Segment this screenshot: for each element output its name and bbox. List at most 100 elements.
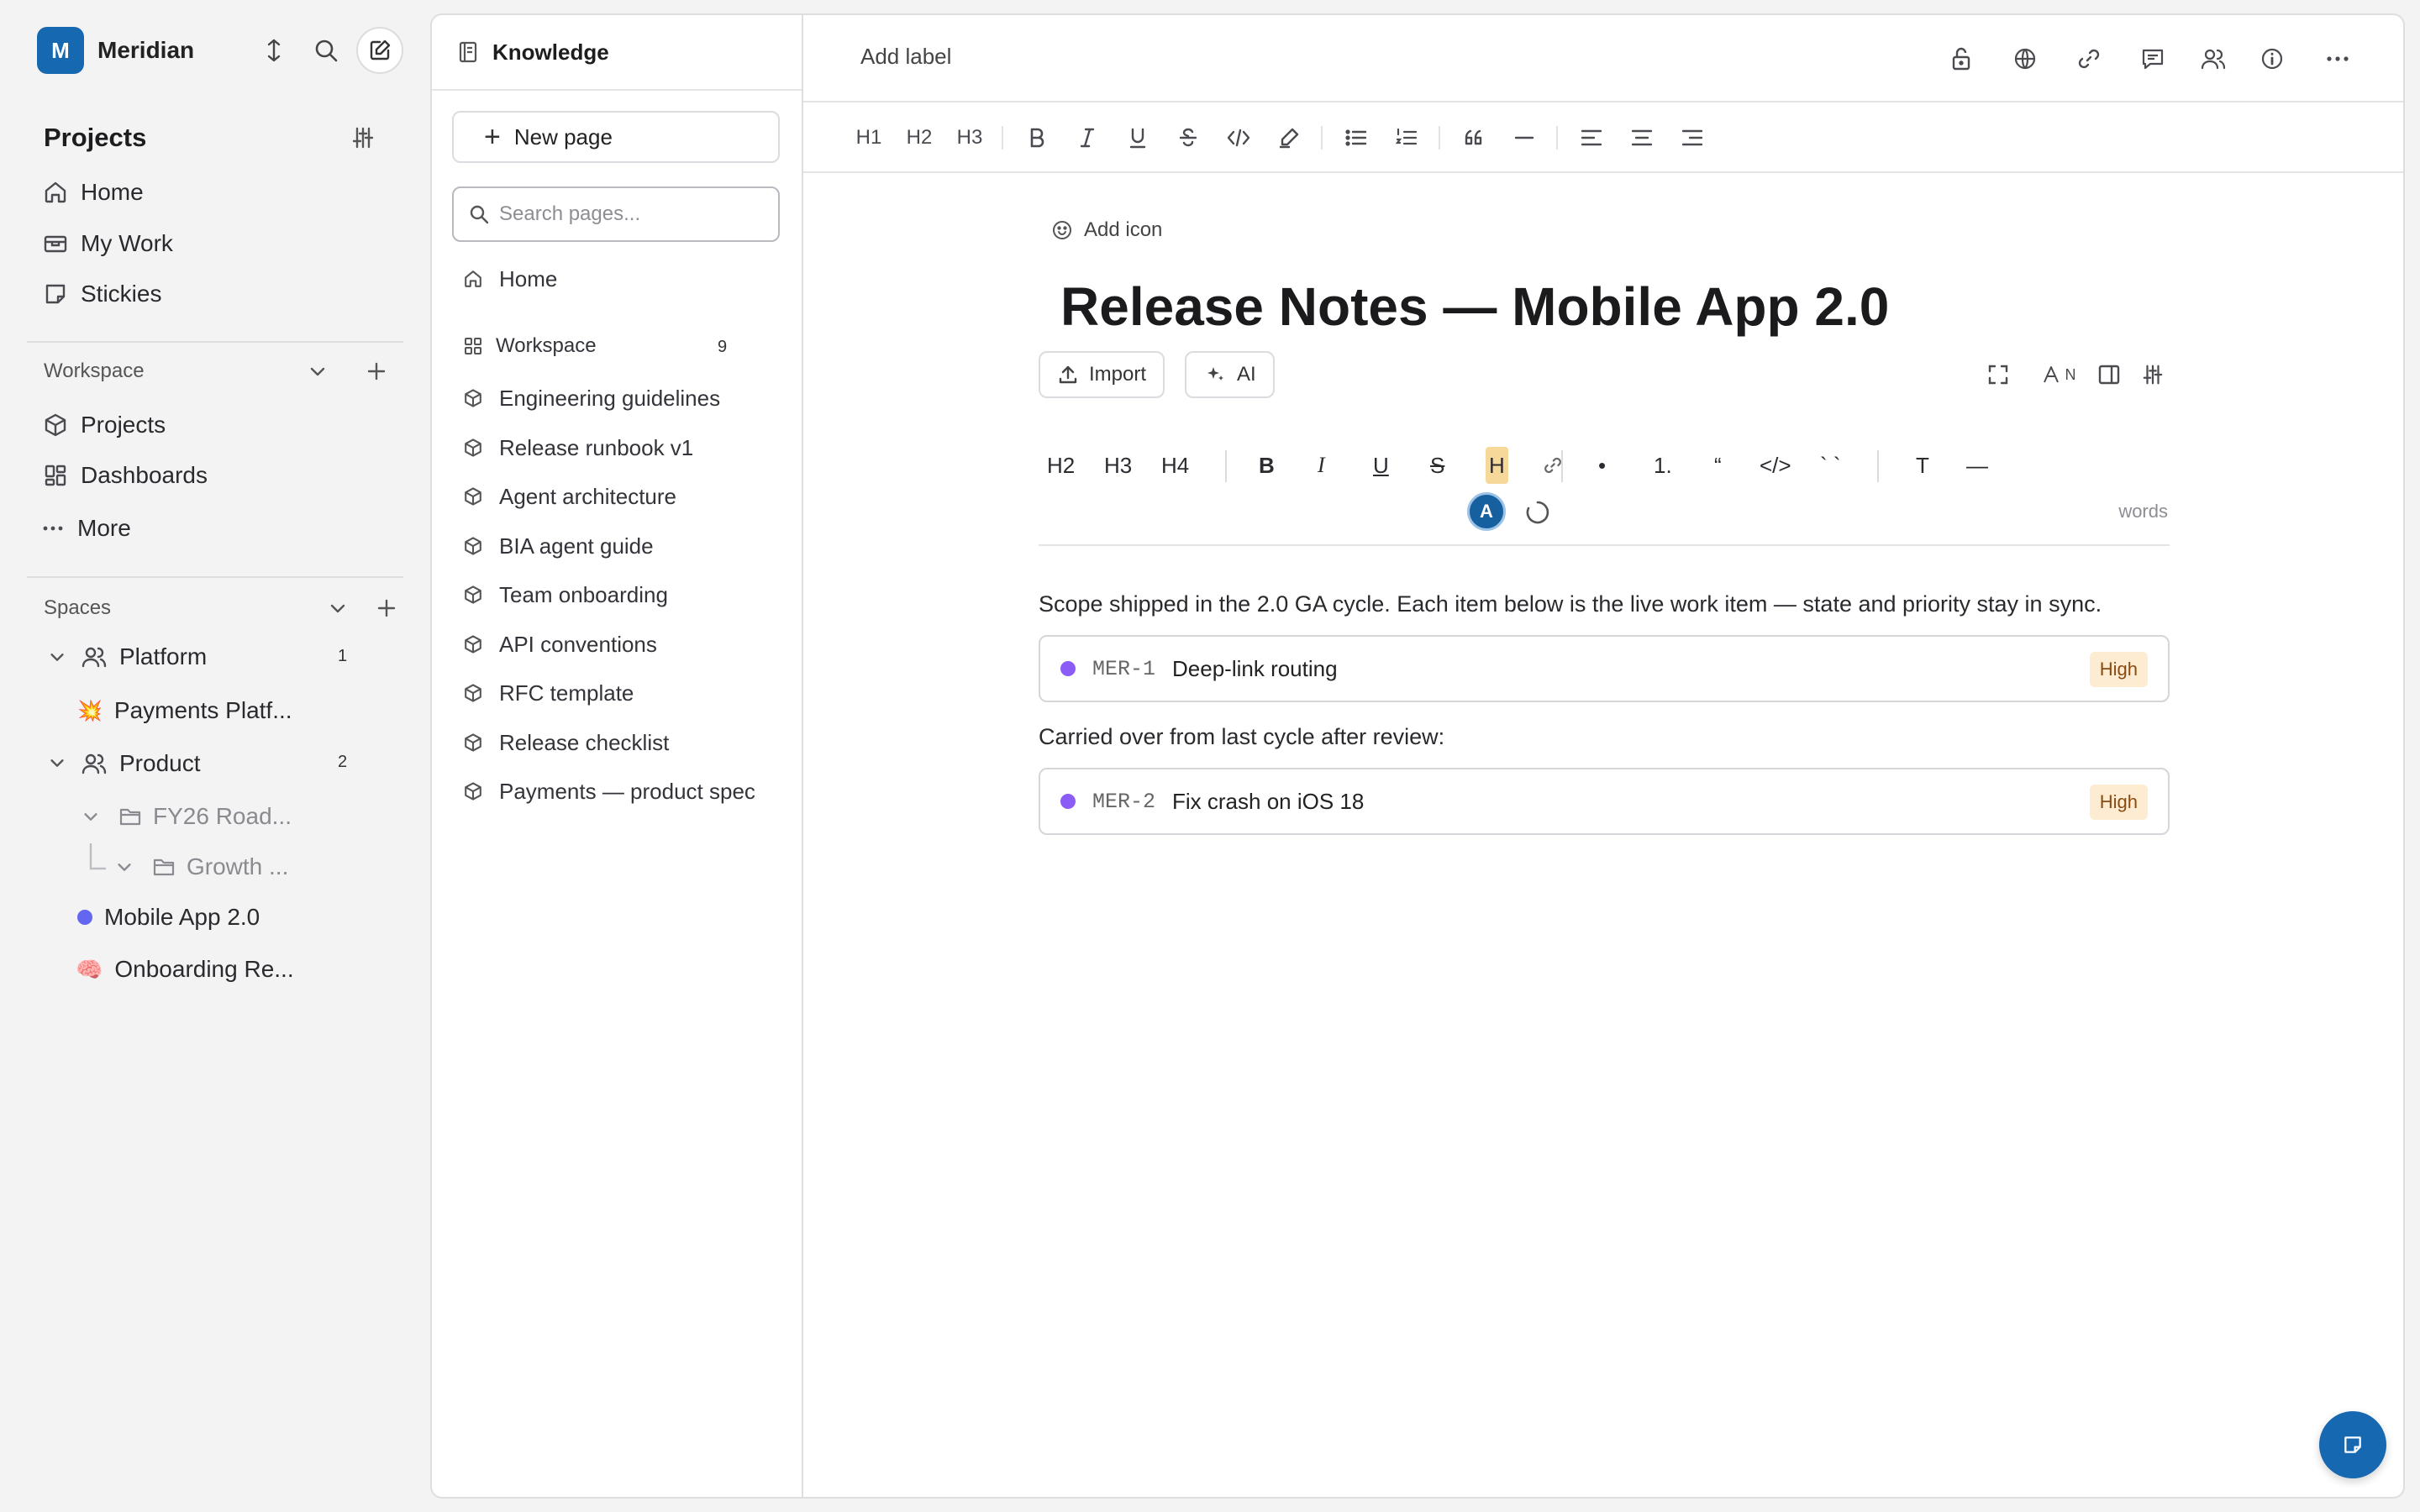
space-item-product[interactable]: Product (79, 743, 201, 785)
chevron-down-icon[interactable] (302, 356, 333, 386)
chevron-down-icon[interactable] (42, 642, 72, 672)
page-item[interactable]: API conventions (462, 624, 657, 664)
strikethrough-button[interactable]: S (1430, 447, 1444, 484)
page-item[interactable]: Engineering guidelines (462, 378, 720, 418)
comment-icon[interactable] (2134, 40, 2171, 77)
folder-icon (151, 852, 176, 882)
highlight-button[interactable]: H (1486, 447, 1508, 484)
add-icon-button[interactable]: Add icon (1050, 213, 1162, 247)
paragraph[interactable]: Carried over from last cycle after revie… (1039, 724, 1444, 750)
page-title[interactable]: Release Notes — Mobile App 2.0 (1060, 276, 1889, 338)
space-count-badge: 1 (338, 647, 348, 665)
paragraph[interactable]: Scope shipped in the 2.0 GA cycle. Each … (1039, 591, 2102, 617)
globe-icon[interactable] (2007, 40, 2044, 77)
sidebar-item-more[interactable]: More (40, 507, 131, 549)
clear-format-button[interactable]: T (1916, 447, 1929, 484)
folder-item-fy26-roadmap[interactable]: FY26 Road... (118, 795, 292, 837)
stickies-fab-button[interactable] (2319, 1411, 2386, 1478)
horizontal-rule-icon[interactable] (1507, 119, 1541, 156)
compose-button[interactable] (356, 27, 403, 74)
font-size-toggle[interactable]: N (2035, 358, 2082, 391)
bold-icon[interactable] (1020, 119, 1054, 156)
page-item[interactable]: Release runbook v1 (462, 428, 693, 468)
work-item-card[interactable]: MER-1 Deep-link routing High (1039, 635, 2170, 702)
page-item[interactable]: Agent architecture (462, 476, 676, 517)
space-item-payments-platform[interactable]: 💥 Payments Platf... (77, 690, 292, 732)
space-item-platform[interactable]: Platform (79, 636, 207, 678)
bold-button[interactable]: B (1259, 447, 1275, 484)
work-item-card[interactable]: MER-2 Fix crash on iOS 18 High (1039, 768, 2170, 835)
heading-3-button[interactable]: H3 (953, 119, 986, 156)
search-pages-input[interactable] (499, 202, 768, 226)
cube-icon (462, 387, 484, 409)
highlighter-icon[interactable] (1272, 119, 1306, 156)
page-item[interactable]: Payments — product spec (462, 771, 755, 811)
project-item-onboarding[interactable]: 🧠 Onboarding Re... (76, 948, 294, 990)
ai-button[interactable]: AI (1185, 351, 1275, 398)
sidebar-item-home[interactable]: Home (40, 171, 144, 213)
chevron-down-icon[interactable] (109, 852, 139, 882)
editor-divider (1039, 544, 2170, 546)
add-icon[interactable] (371, 593, 402, 623)
inline-code-button[interactable]: ` ` (1820, 447, 1841, 484)
sort-updown-icon[interactable] (255, 32, 292, 69)
page-item[interactable]: RFC template (462, 673, 634, 713)
link-icon[interactable] (2070, 40, 2107, 77)
chevron-down-icon[interactable] (42, 748, 72, 778)
quote-icon[interactable] (1457, 119, 1491, 156)
fullscreen-icon[interactable] (1981, 358, 2015, 391)
page-item[interactable]: Release checklist (462, 722, 669, 763)
chevron-down-icon[interactable] (323, 593, 353, 623)
clear-format-label: T (1916, 452, 1929, 478)
folder-item-growth[interactable]: Growth ... (151, 846, 288, 888)
search-pages-box[interactable] (452, 186, 780, 242)
underline-icon[interactable] (1121, 119, 1155, 156)
code-block-button[interactable]: </> (1760, 447, 1791, 484)
heading-4-button[interactable]: H4 (1161, 447, 1189, 484)
sidebar-item-label: Dashboards (81, 462, 208, 488)
align-right-icon[interactable] (1676, 119, 1709, 156)
project-item-mobile-app[interactable]: Mobile App 2.0 (77, 896, 260, 938)
bullet-list-button[interactable]: • (1598, 447, 1606, 484)
lock-icon[interactable] (1943, 40, 1980, 77)
italic-button[interactable]: I (1318, 447, 1325, 484)
sidebar-panel-icon[interactable] (2092, 358, 2126, 391)
users-icon[interactable] (2195, 40, 2232, 77)
sidebar-item-projects[interactable]: Projects (40, 404, 166, 446)
collaborator-avatar[interactable]: A (1467, 492, 1506, 531)
underline-button[interactable]: U (1373, 447, 1389, 484)
page-group-workspace[interactable]: Workspace (462, 326, 597, 366)
align-center-icon[interactable] (1625, 119, 1659, 156)
add-label-button[interactable]: Add label (860, 44, 951, 70)
bullet-list-icon[interactable] (1339, 119, 1373, 156)
sliders-icon[interactable] (348, 123, 378, 153)
numbered-list-icon[interactable] (1390, 119, 1423, 156)
sidebar-item-my-work[interactable]: My Work (40, 223, 173, 265)
new-page-button[interactable]: + New page (452, 111, 780, 163)
page-item-home[interactable]: Home (462, 259, 557, 299)
ordered-list-button[interactable]: 1. (1654, 447, 1672, 484)
page-settings-icon[interactable] (2136, 358, 2170, 391)
page-item[interactable]: Team onboarding (462, 575, 668, 615)
blockquote-button[interactable]: “ (1714, 447, 1722, 484)
heading-2-button[interactable]: H2 (902, 119, 936, 156)
heading-2-button[interactable]: H2 (1047, 447, 1075, 484)
link-icon[interactable] (1543, 447, 1563, 484)
heading-3-button[interactable]: H3 (1104, 447, 1132, 484)
sidebar-item-stickies[interactable]: Stickies (40, 273, 161, 315)
italic-icon[interactable] (1071, 119, 1104, 156)
import-button[interactable]: Import (1039, 351, 1165, 398)
code-icon[interactable] (1222, 119, 1255, 156)
heading-1-button[interactable]: H1 (852, 119, 886, 156)
workspace-switcher[interactable]: M Meridian (37, 27, 407, 74)
sidebar-item-dashboards[interactable]: Dashboards (40, 454, 208, 496)
info-icon[interactable] (2254, 40, 2291, 77)
strikethrough-icon[interactable] (1171, 119, 1205, 156)
horizontal-rule-button[interactable]: — (1966, 447, 1988, 484)
add-icon[interactable] (361, 356, 392, 386)
page-item[interactable]: BIA agent guide (462, 526, 654, 566)
chevron-down-icon[interactable] (76, 801, 106, 832)
more-options-icon[interactable] (2319, 40, 2356, 77)
search-icon[interactable] (308, 32, 345, 69)
align-left-icon[interactable] (1575, 119, 1608, 156)
